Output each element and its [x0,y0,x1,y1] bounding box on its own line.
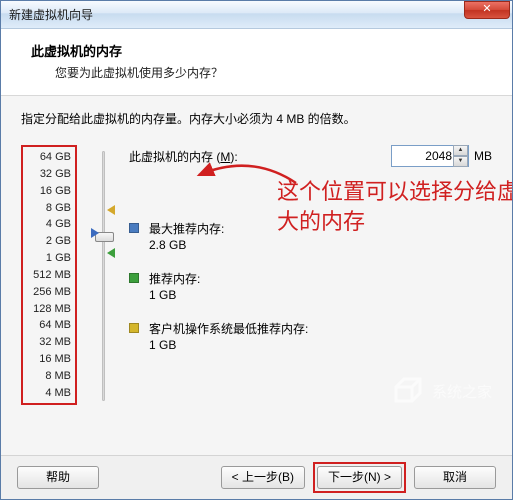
marker-current-icon [91,228,99,238]
blue-square-icon [129,223,139,233]
annotation-text: 这个位置可以选择分给虚拟机多大的内存 [277,177,512,237]
memory-spinner[interactable]: ▲ ▼ [453,145,468,167]
green-square-icon [129,273,139,283]
memory-details: 此虚拟机的内存 (M): ▲ ▼ MB [121,145,492,405]
recommendations: 最大推荐内存:2.8 GB 推荐内存:1 GB 客户机操作系统最低推荐内存:1 GB [129,221,492,353]
footer: 帮助 < 上一步(B) 下一步(N) > 取消 [1,455,512,499]
page-title: 此虚拟机的内存 [31,41,494,60]
help-button[interactable]: 帮助 [17,466,99,489]
scale-tick: 16 GB [27,185,71,197]
memory-unit: MB [474,149,492,163]
memory-input-row: 此虚拟机的内存 (M): ▲ ▼ MB [129,145,492,167]
scale-tick: 32 GB [27,168,71,180]
body-panel: 指定分配给此虚拟机的内存量。内存大小必须为 4 MB 的倍数。 64 GB 32 … [1,96,512,455]
scale-tick: 8 GB [27,202,71,214]
marker-max-icon [107,205,115,215]
wizard-window: 新建虚拟机向导 ✕ 此虚拟机的内存 您要为此虚拟机使用多少内存？ 指定分配给此虚… [0,0,513,500]
scale-tick: 4 GB [27,218,71,230]
page-subtitle: 您要为此虚拟机使用多少内存？ [31,64,494,81]
scale-tick: 64 GB [27,151,71,163]
yellow-square-icon [129,323,139,333]
memory-area: 64 GB 32 GB 16 GB 8 GB 4 GB 2 GB 1 GB 512 MB 256… [21,145,492,405]
recommendation-item: 客户机操作系统最低推荐内存:1 GB [129,321,492,353]
memory-scale: 64 GB 32 GB 16 GB 8 GB 4 GB 2 GB 1 GB 512 MB 256… [21,145,77,405]
window-title: 新建虚拟机向导 [9,6,464,23]
scale-tick: 1 GB [27,252,71,264]
recommendation-item: 推荐内存:1 GB [129,271,492,303]
recommendation-text: 最大推荐内存:2.8 GB [149,221,224,253]
recommendation-text: 客户机操作系统最低推荐内存:1 GB [149,321,308,353]
memory-label: 此虚拟机的内存 (M): [129,148,238,165]
memory-label-prefix: 此虚拟机的内存 ( [129,150,220,164]
scale-tick: 256 MB [27,286,71,298]
close-button[interactable]: ✕ [464,1,510,19]
next-highlight: 下一步(N) > [313,462,406,493]
recommendation-text: 推荐内存:1 GB [149,271,200,303]
scale-tick: 4 MB [27,387,71,399]
marker-recommended-icon [107,248,115,258]
instruction-text: 指定分配给此虚拟机的内存量。内存大小必须为 4 MB 的倍数。 [21,110,492,127]
scale-tick: 128 MB [27,303,71,315]
slider-track[interactable] [102,151,105,401]
scale-tick: 2 GB [27,235,71,247]
next-button[interactable]: 下一步(N) > [317,466,402,489]
memory-label-suffix: ): [230,150,237,164]
scale-tick: 16 MB [27,353,71,365]
memory-slider[interactable] [85,145,121,405]
cancel-button[interactable]: 取消 [414,466,496,489]
scale-tick: 512 MB [27,269,71,281]
memory-label-hotkey: M [220,150,230,164]
memory-input-wrap: ▲ ▼ MB [391,145,492,167]
titlebar: 新建虚拟机向导 ✕ [1,1,512,29]
spinner-down-icon[interactable]: ▼ [453,156,468,167]
scale-tick: 64 MB [27,319,71,331]
header-panel: 此虚拟机的内存 您要为此虚拟机使用多少内存？ [1,29,512,96]
scale-tick: 8 MB [27,370,71,382]
scale-tick: 32 MB [27,336,71,348]
spinner-up-icon[interactable]: ▲ [453,145,468,156]
back-button[interactable]: < 上一步(B) [221,466,305,489]
